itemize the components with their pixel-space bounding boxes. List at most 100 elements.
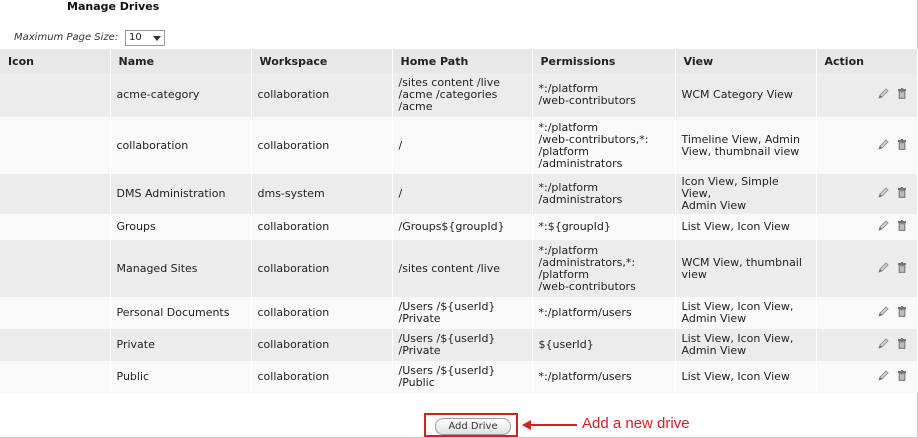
pencil-icon[interactable] (877, 338, 889, 352)
home-path-line: /Private (398, 312, 441, 325)
header-name: Name (110, 49, 252, 73)
view-line: Admin View (681, 312, 747, 325)
drive-name-cell: collaboration (110, 117, 252, 174)
permission-line: *:/platform (538, 120, 599, 134)
pencil-icon[interactable] (877, 370, 889, 384)
drive-home-path-cell: /Groups${groupId} (392, 214, 533, 240)
drive-workspace-cell: collaboration (251, 117, 393, 174)
drive-actions-cell (816, 240, 918, 297)
drive-workspace-cell: collaboration (251, 329, 393, 361)
pencil-icon[interactable] (877, 306, 889, 320)
drive-actions-cell (816, 117, 918, 174)
drive-home-path-cell: / (392, 174, 533, 214)
drive-permissions-cell: *:${groupId} (532, 214, 676, 240)
permission-line: /web-contributors (538, 279, 636, 293)
drive-icon-cell (0, 240, 111, 297)
drive-permissions-cell: *:/platform/administrators,*:/platform/w… (532, 240, 676, 297)
view-line: List View, Icon View (681, 220, 790, 233)
permission-line: *:/platform/users (538, 370, 632, 383)
add-drive-button[interactable]: Add Drive (435, 418, 511, 435)
permission-line: /web-contributors,*: (538, 132, 649, 146)
drive-permissions-cell: ${userId} (532, 329, 676, 361)
trash-icon[interactable] (897, 220, 907, 234)
drive-permissions-cell: *:/platform/users (532, 361, 676, 393)
drive-icon-cell (0, 329, 111, 361)
trash-icon[interactable] (897, 187, 907, 201)
drive-name-cell: Managed Sites (110, 240, 252, 297)
table-row: Managed Sites collaboration/sites content… (0, 240, 918, 297)
home-path-line: /Private (398, 344, 441, 357)
home-path-line: /sites content /live (398, 261, 501, 275)
view-line: List View, Icon View (681, 370, 790, 383)
header-home-path: Home Path (392, 49, 533, 73)
pencil-icon[interactable] (877, 261, 889, 276)
drive-icon-cell (0, 297, 111, 329)
trash-icon[interactable] (897, 138, 907, 153)
page-size-select[interactable]: 10 (125, 30, 165, 46)
callout-arrow-icon (522, 420, 577, 430)
table-row: DMS Administration dms-system / *:/platform… (0, 174, 918, 214)
drive-actions-cell (816, 214, 918, 240)
header-icon: Icon (0, 49, 111, 73)
drive-name-cell: DMS Administration (110, 174, 252, 214)
drive-name-cell: acme-category (110, 73, 252, 117)
trash-icon[interactable] (897, 370, 907, 384)
drive-view-cell: WCM View, thumbnail view (675, 240, 817, 297)
drives-table: Icon Name Workspace Home Path Permission… (0, 49, 918, 393)
view-line: WCM Category View (681, 88, 793, 101)
permission-line: *:/platform/users (538, 306, 632, 319)
trash-icon[interactable] (897, 88, 907, 102)
table-row: collaboration collaboration / *:/platform/w… (0, 117, 918, 174)
callout-annotation: Add a new drive (582, 415, 690, 432)
view-line: view (681, 267, 707, 281)
drive-name-cell: Private (110, 329, 252, 361)
home-path-line: / (398, 187, 403, 200)
drive-icon-cell (0, 214, 111, 240)
pencil-icon[interactable] (877, 138, 889, 153)
drive-actions-cell (816, 329, 918, 361)
drive-icon-cell (0, 361, 111, 393)
drive-home-path-cell: /Users /${userId}/Private (392, 297, 533, 329)
drive-workspace-cell: collaboration (251, 214, 393, 240)
drive-view-cell: List View, Icon View (675, 361, 817, 393)
home-path-line: / (398, 138, 403, 152)
drive-permissions-cell: *:/platform/web-contributors (532, 73, 676, 117)
drive-actions-cell (816, 361, 918, 393)
drive-workspace-cell: collaboration (251, 240, 393, 297)
trash-icon[interactable] (897, 261, 907, 276)
view-line: Icon View, Simple View, (681, 175, 779, 200)
table-header-row: Icon Name Workspace Home Path Permission… (0, 49, 918, 73)
header-workspace: Workspace (251, 49, 393, 73)
drive-icon-cell (0, 117, 111, 174)
view-line: Timeline View, Admin (681, 132, 800, 146)
trash-icon[interactable] (897, 338, 907, 352)
table-row: Groups collaboration/Groups${groupId} *:${… (0, 214, 918, 240)
drive-name-cell: Public (110, 361, 252, 393)
drive-name-cell: Personal Documents (110, 297, 252, 329)
permission-line: /administrators,*: (538, 255, 636, 269)
add-drive-highlight: Add Drive (424, 413, 518, 437)
drive-actions-cell (816, 73, 918, 117)
table-row: Public collaboration/Users /${userId}/Pub… (0, 361, 918, 393)
header-permissions: Permissions (532, 49, 676, 73)
trash-icon[interactable] (897, 306, 907, 320)
drive-home-path-cell: /sites content /live (392, 240, 533, 297)
permission-line: /web-contributors (538, 94, 636, 107)
header-view: View (675, 49, 817, 73)
drive-actions-cell (816, 297, 918, 329)
drive-view-cell: Timeline View, Admin View, thumbnail view (675, 117, 817, 174)
view-line: Admin View (681, 199, 747, 212)
drive-permissions-cell: *:/platform/administrators (532, 174, 676, 214)
pencil-icon[interactable] (877, 187, 889, 201)
view-line: View, thumbnail view (681, 144, 800, 158)
pencil-icon[interactable] (877, 220, 889, 234)
page-size-value: 10 (129, 32, 142, 43)
header-action: Action (816, 49, 918, 73)
drive-view-cell: WCM Category View (675, 73, 817, 117)
home-path-line: /Public (398, 376, 435, 389)
table-row: acme-category collaboration/sites content… (0, 73, 918, 117)
page-size-label: Maximum Page Size: (14, 32, 119, 43)
drive-view-cell: List View, Icon View (675, 214, 817, 240)
permission-line: ${userId} (538, 338, 594, 351)
pencil-icon[interactable] (877, 88, 889, 102)
